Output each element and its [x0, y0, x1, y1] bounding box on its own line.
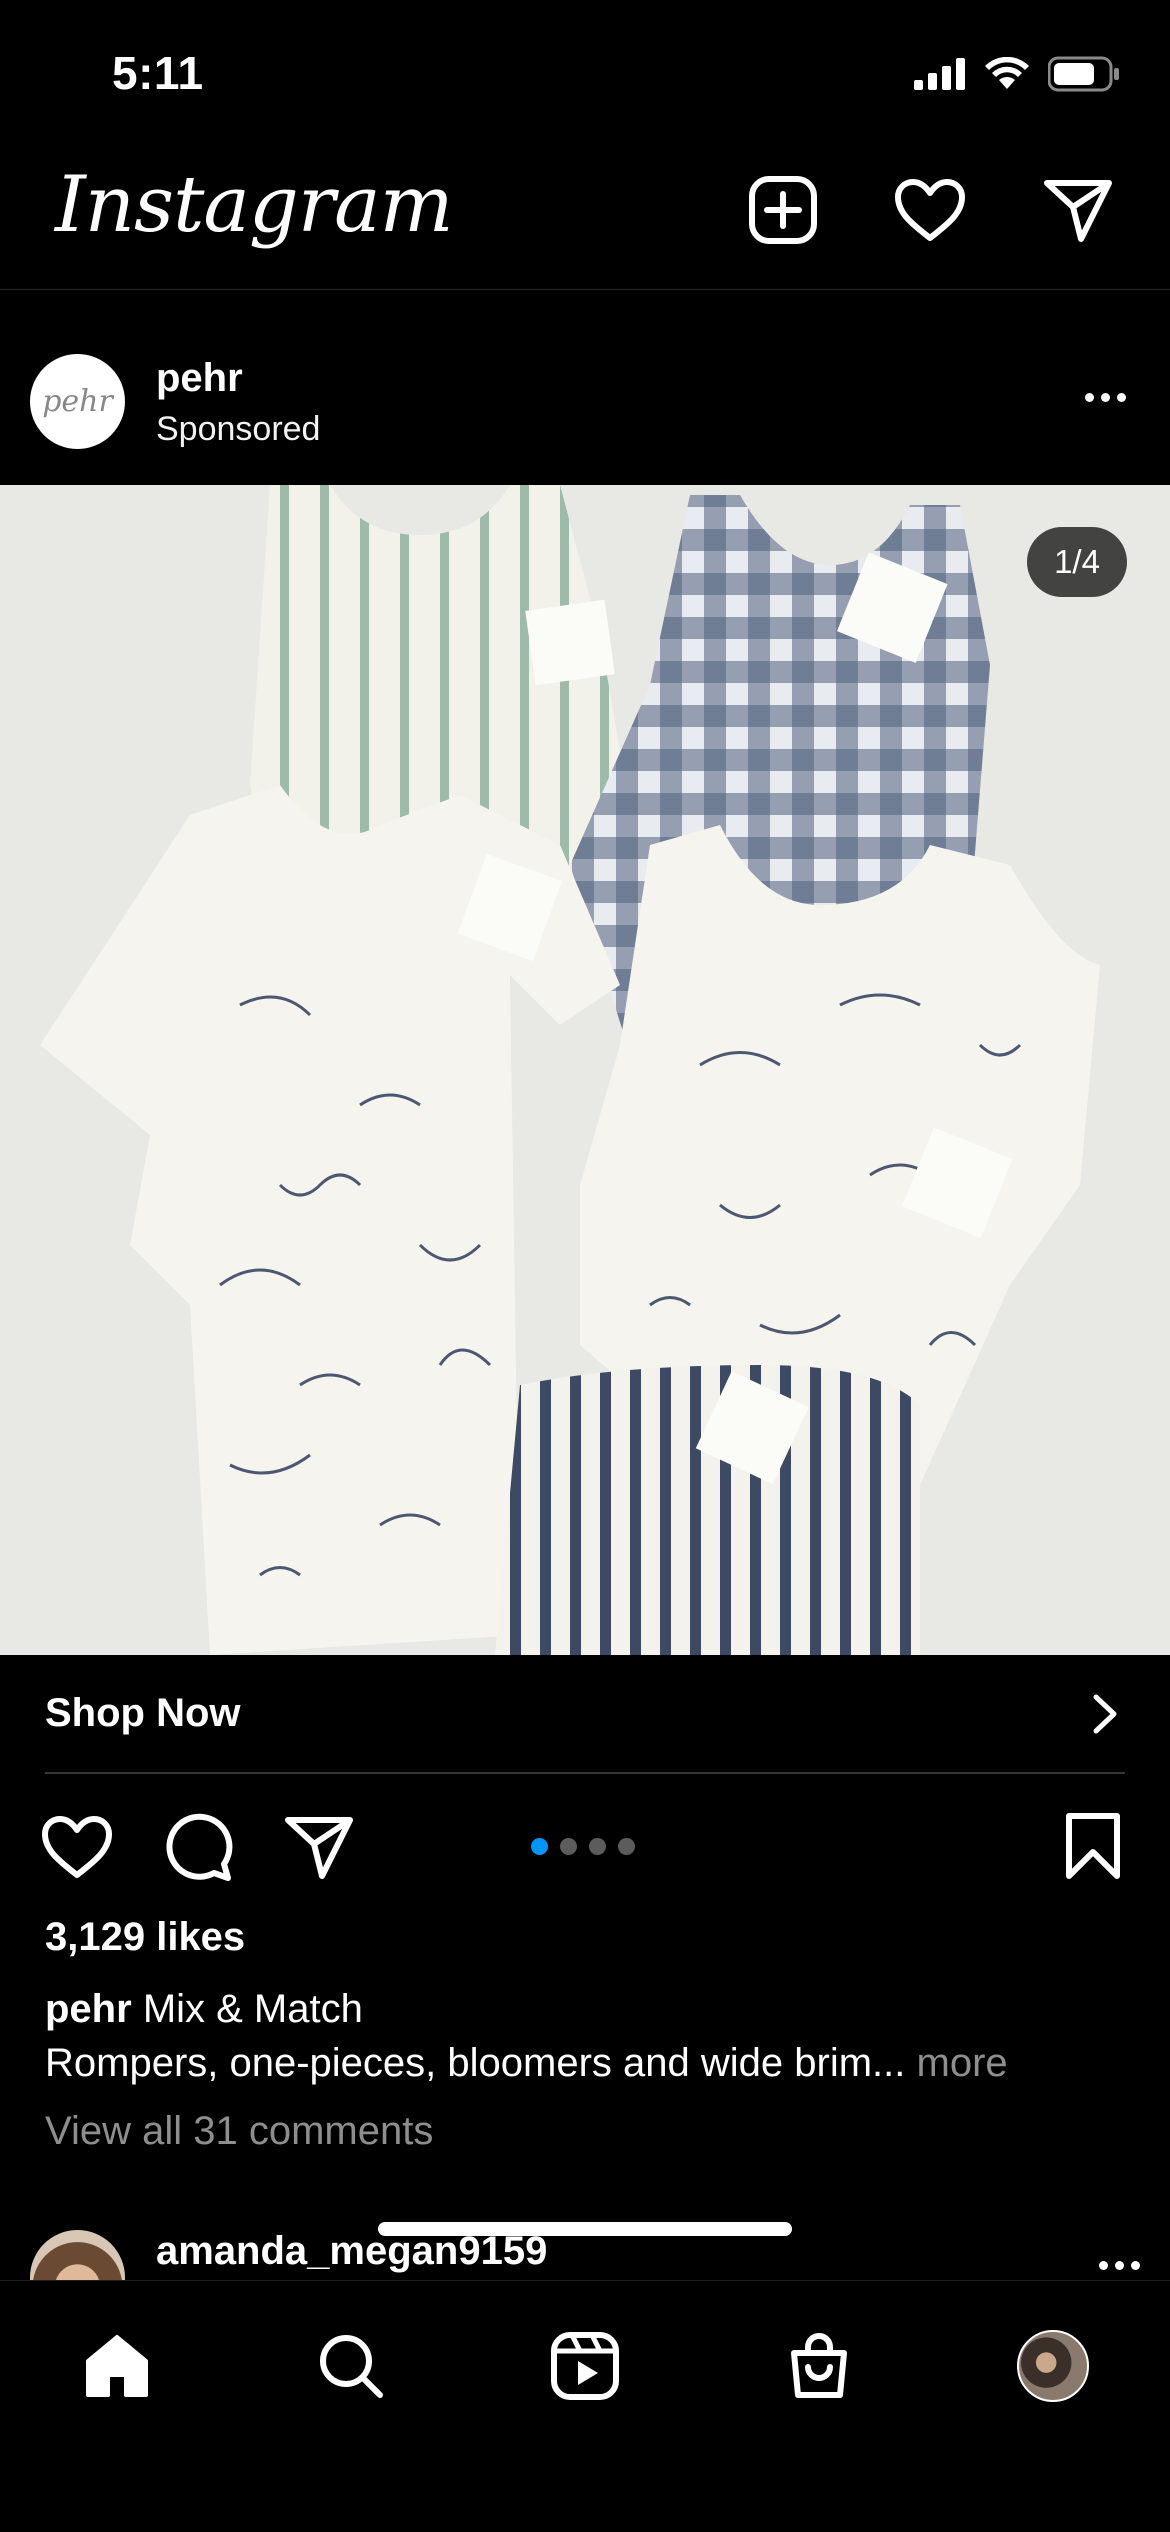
sponsored-label[interactable]: Sponsored [156, 410, 320, 449]
tab-reels[interactable] [540, 2321, 630, 2411]
post-actions [0, 1800, 1170, 1890]
carousel-dot [618, 1838, 635, 1855]
home-indicator[interactable] [378, 2222, 792, 2236]
direct-message-icon [1044, 180, 1112, 242]
bookmark-icon [1066, 1813, 1120, 1879]
share-icon [285, 1817, 353, 1879]
profile-avatar [1017, 2330, 1089, 2402]
carousel-dot-active [531, 1838, 548, 1855]
cellular-signal-icon [914, 58, 965, 90]
search-icon [320, 2335, 383, 2398]
wifi-icon [985, 57, 1029, 89]
tab-profile[interactable] [1008, 2321, 1098, 2411]
share-button[interactable] [282, 1810, 356, 1884]
shop-now-bar[interactable]: Shop Now [0, 1655, 1170, 1775]
app-header: Instagram [0, 140, 1170, 290]
carousel-dot [560, 1838, 577, 1855]
reels-icon [551, 2332, 619, 2400]
shop-icon [791, 2333, 847, 2398]
chevron-right-icon [1093, 1694, 1117, 1734]
instagram-logo[interactable]: Instagram [55, 160, 454, 250]
post-image[interactable]: 1/4 [0, 485, 1170, 1655]
carousel-indicator [531, 1838, 635, 1855]
comment-icon [166, 1813, 233, 1881]
status-time: 5:11 [112, 47, 204, 99]
tab-search[interactable] [306, 2321, 396, 2411]
status-bar: 5:11 [0, 0, 1170, 140]
home-icon [86, 2335, 148, 2397]
caption-more-link[interactable]: more [917, 2041, 1008, 2085]
battery-icon [1048, 56, 1119, 92]
new-post-button[interactable] [743, 170, 823, 250]
avatar[interactable]: pehr [30, 354, 125, 449]
post-header: pehr pehr Sponsored [0, 342, 1170, 467]
shop-now-label: Shop Now [45, 1691, 241, 1735]
caption-username[interactable]: pehr [45, 1987, 132, 2031]
caption-body: Rompers, one-pieces, bloomers and wide b… [45, 2041, 1008, 2086]
bottom-tab-bar [0, 2280, 1170, 2532]
save-button[interactable] [1056, 1810, 1130, 1884]
product-photo [0, 485, 1170, 1655]
caption-text: Rompers, one-pieces, bloomers and wide b… [45, 2041, 906, 2085]
like-button[interactable] [40, 1810, 114, 1884]
activity-button[interactable] [890, 170, 970, 250]
carousel-dot [589, 1838, 606, 1855]
status-icons [914, 54, 1120, 94]
comment-button[interactable] [162, 1810, 236, 1884]
divider [45, 1772, 1125, 1774]
likes-count[interactable]: 3,129 likes [45, 1915, 245, 1960]
tab-home[interactable] [72, 2321, 162, 2411]
caption-title-text: Mix & Match [142, 1987, 363, 2031]
avatar[interactable] [30, 2230, 125, 2280]
view-comments-link[interactable]: View all 31 comments [45, 2109, 433, 2154]
direct-messages-button[interactable] [1038, 170, 1118, 250]
tab-shop[interactable] [774, 2321, 864, 2411]
image-counter: 1/4 [1027, 527, 1127, 597]
post-username[interactable]: pehr [156, 356, 243, 401]
caption-title: pehr Mix & Match [45, 1987, 363, 2032]
new-post-icon [749, 176, 817, 244]
next-post-more-button[interactable] [1099, 2261, 1140, 2270]
heart-icon [895, 179, 965, 241]
post-more-button[interactable] [1070, 382, 1140, 412]
like-icon [42, 1816, 112, 1878]
